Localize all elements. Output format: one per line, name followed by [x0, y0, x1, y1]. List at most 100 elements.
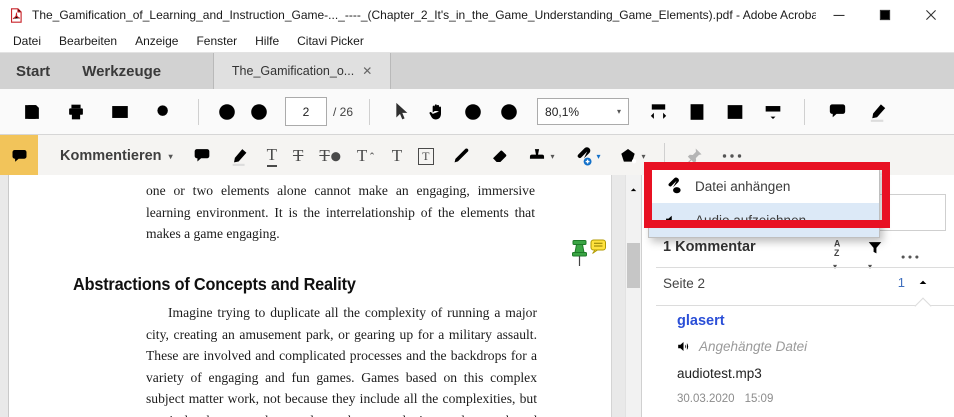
page-paragraph-2: Imagine trying to duplicate all the comp…: [146, 302, 537, 417]
search-icon[interactable]: [153, 101, 175, 123]
menu-bar: Datei Bearbeiten Anzeige Fenster Hilfe C…: [0, 30, 954, 53]
print-icon[interactable]: [65, 101, 87, 123]
replace-text-tool-icon[interactable]: T⬤: [319, 146, 340, 166]
underline-text-tool-icon[interactable]: T: [267, 145, 277, 167]
page-number-input[interactable]: [285, 97, 327, 126]
paperclip-comment-icon: [663, 176, 684, 197]
more-options-icon[interactable]: [720, 144, 744, 168]
pdf-file-icon: [8, 7, 25, 24]
eraser-tool-icon[interactable]: [488, 145, 510, 167]
maximize-icon[interactable]: [862, 0, 908, 30]
comments-options-icon[interactable]: [899, 246, 921, 268]
previous-page-icon[interactable]: [216, 101, 238, 123]
tab-werkzeuge[interactable]: Werkzeuge: [66, 53, 177, 89]
tab-bar: Start Werkzeuge The_Gamification_o... ✕: [0, 53, 954, 89]
attach-file-tool-icon[interactable]: ▾: [571, 145, 601, 168]
next-page-icon[interactable]: [248, 101, 270, 123]
menu-item-label: Audio aufzeichnen: [695, 213, 806, 228]
add-text-comment-tool-icon[interactable]: T: [392, 146, 402, 166]
fit-page-icon[interactable]: [686, 101, 708, 123]
pdf-page: one or two elements alone cannot make an…: [8, 175, 612, 417]
insert-text-tool-icon[interactable]: T⌃: [357, 146, 376, 166]
scrollbar-thumb[interactable]: [627, 243, 640, 288]
drawing-shapes-tool-icon[interactable]: ▾: [617, 145, 646, 167]
menu-item-datei-anhaengen[interactable]: Datei anhängen: [649, 169, 879, 203]
select-tool-icon[interactable]: [389, 101, 411, 123]
kommentieren-dropdown[interactable]: Kommentieren ▾: [38, 148, 183, 164]
measure-tool-icon[interactable]: [762, 101, 784, 123]
menu-hilfe[interactable]: Hilfe: [246, 30, 288, 52]
zoom-in-icon[interactable]: [498, 101, 520, 123]
pushpin-icon: [573, 241, 587, 267]
tab-start[interactable]: Start: [0, 53, 66, 89]
menu-bearbeiten[interactable]: Bearbeiten: [50, 30, 126, 52]
collapse-group-icon[interactable]: [915, 274, 931, 290]
comment-mode-badge: [0, 135, 38, 177]
attached-file-name[interactable]: audiotest.mp3: [677, 366, 762, 381]
tab-document-label: The_Gamification_o...: [232, 64, 354, 78]
comments-count-header: 1 Kommentar: [663, 239, 756, 255]
toolbar-separator: [369, 99, 370, 125]
fit-width-icon[interactable]: [647, 100, 670, 123]
speaker-comment-icon: [663, 210, 684, 231]
comment-author: glasert: [677, 313, 725, 329]
scroll-up-icon[interactable]: [627, 183, 640, 196]
tab-document[interactable]: The_Gamification_o... ✕: [213, 53, 391, 89]
comment-kind-label: Angehängte Datei: [699, 339, 807, 354]
pushpin-attachment-annotation[interactable]: [565, 239, 607, 278]
minimize-icon[interactable]: [816, 0, 862, 30]
menu-fenster[interactable]: Fenster: [187, 30, 246, 52]
menu-item-audio-aufzeichnen[interactable]: Audio aufzeichnen: [649, 203, 879, 237]
tab-close-icon[interactable]: ✕: [362, 64, 372, 78]
close-window-icon[interactable]: [908, 0, 954, 30]
sticky-note-tool-icon[interactable]: [191, 145, 213, 167]
save-icon[interactable]: [21, 101, 43, 123]
comment-bubble-icon: [9, 146, 30, 167]
toolbar-separator: [198, 99, 199, 125]
menu-datei[interactable]: Datei: [4, 30, 50, 52]
page-total-label: / 26: [333, 105, 353, 119]
menu-anzeige[interactable]: Anzeige: [126, 30, 187, 52]
comments-panel-tools: ▾ ▾: [830, 237, 921, 276]
comment-time: 15:09: [745, 393, 774, 405]
comment-kind-row: Angehängte Datei: [675, 338, 807, 355]
zoom-level-select[interactable]: 80,1% ▾: [537, 98, 629, 125]
sort-comments-icon[interactable]: ▾: [830, 237, 851, 276]
fullscreen-icon: [724, 101, 746, 123]
card-notch: [915, 298, 932, 315]
toolbar-separator: [804, 99, 805, 125]
speaker-icon: [675, 338, 692, 355]
window-title: The_Gamification_of_Learning_and_Instruc…: [32, 8, 816, 22]
filter-comments-icon[interactable]: ▾: [865, 238, 885, 276]
main-toolbar: / 26 80,1% ▾: [0, 89, 954, 135]
comment-date: 30.03.2020: [677, 393, 735, 405]
close-comment-toolbar-icon[interactable]: [911, 146, 932, 167]
zoom-out-icon[interactable]: [462, 101, 484, 123]
text-box-tool-icon[interactable]: T: [418, 148, 433, 165]
page-group-controls: 1: [898, 274, 931, 290]
hand-tool-icon[interactable]: [425, 100, 448, 123]
toolbar-separator: [664, 143, 665, 169]
menu-citavi-picker[interactable]: Citavi Picker: [288, 30, 373, 52]
acrobat-window: The_Gamification_of_Learning_and_Instruc…: [0, 0, 954, 417]
window-controls: [816, 0, 954, 30]
comment-bubble-icon[interactable]: [826, 100, 849, 123]
draw-tool-icon[interactable]: [450, 145, 472, 167]
stamp-tool-icon[interactable]: ▾: [526, 145, 555, 167]
divider: [656, 305, 954, 306]
note-bubble-icon: [591, 240, 606, 254]
strikethrough-text-tool-icon[interactable]: T: [293, 146, 303, 166]
highlight-icon[interactable]: [867, 100, 890, 123]
page-group-label: Seite 2: [663, 276, 705, 291]
divider: [656, 267, 954, 268]
attach-dropdown-menu: Datei anhängen Audio aufzeichnen: [648, 168, 880, 238]
highlight-text-tool-icon[interactable]: [229, 145, 251, 167]
keep-tool-pin-icon: [683, 146, 704, 167]
chevron-down-icon: ▾: [169, 152, 173, 161]
document-scrollbar[interactable]: [625, 175, 641, 417]
chevron-down-icon: ▾: [617, 107, 621, 116]
title-bar: The_Gamification_of_Learning_and_Instruc…: [0, 0, 954, 30]
email-icon[interactable]: [109, 101, 131, 123]
section-heading: Abstractions of Concepts and Reality: [73, 274, 356, 295]
page-group-count: 1: [898, 275, 905, 290]
